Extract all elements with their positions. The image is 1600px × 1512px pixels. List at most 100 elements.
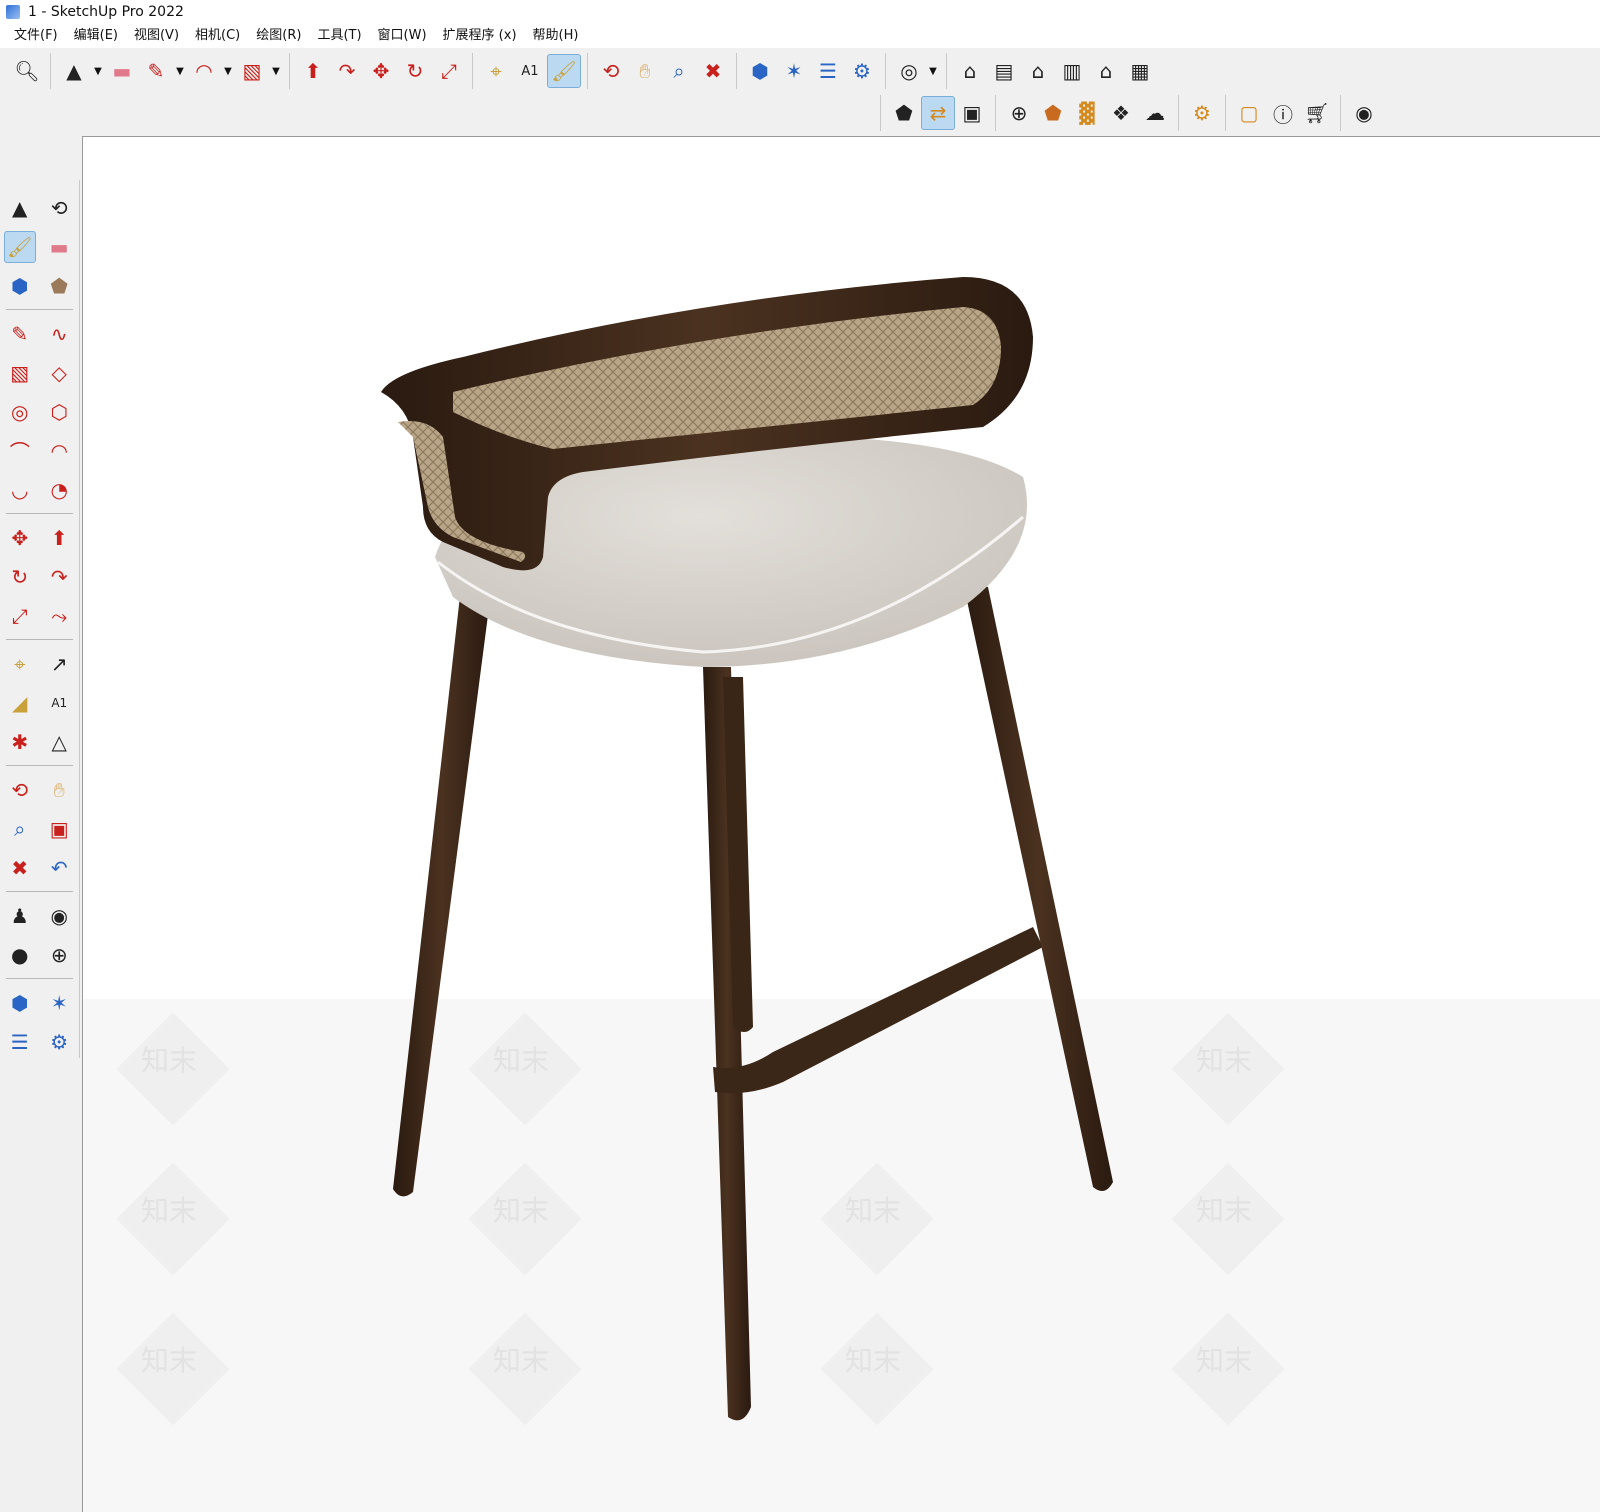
menu-extensions[interactable]: 扩展程序 (x) [435, 24, 525, 48]
follow-me-icon[interactable]: ↷ [330, 54, 364, 88]
menu-tools[interactable]: 工具(T) [309, 24, 369, 48]
eraser-icon[interactable]: ▬ [105, 54, 139, 88]
rectangle-dropdown-icon[interactable]: ▼ [269, 54, 283, 88]
look-around-icon[interactable]: ◉ [43, 900, 75, 932]
bar-stool-model[interactable] [83, 137, 1600, 1512]
styles-icon[interactable]: ▣ [955, 96, 989, 130]
layout-icon[interactable]: ☰ [4, 1026, 36, 1058]
back-view-icon[interactable]: ⌂ [1089, 54, 1123, 88]
add-location-icon[interactable]: ⬟ [887, 96, 921, 130]
circle-icon[interactable]: ◎ [4, 396, 36, 428]
search-icon[interactable]: 🔍︎ [10, 54, 44, 88]
select-icon[interactable]: ▲ [57, 54, 91, 88]
pan-icon[interactable]: ✋︎ [628, 54, 662, 88]
walk-icon[interactable]: ● [4, 939, 36, 971]
menu-draw[interactable]: 绘图(R) [248, 24, 309, 48]
extension-manager-icon[interactable]: ⚙ [43, 1026, 75, 1058]
two-point-arc-icon[interactable]: ◠ [43, 435, 75, 467]
previous-view-icon[interactable]: ↶ [43, 852, 75, 884]
orbit-icon[interactable]: ⟲ [594, 54, 628, 88]
layout-icon[interactable]: ☰ [811, 54, 845, 88]
orbit-icon[interactable]: ⟲ [43, 192, 75, 224]
three-point-arc-icon[interactable]: ◡ [4, 474, 36, 506]
zoom-extents-icon[interactable]: ✖ [696, 54, 730, 88]
select-icon[interactable]: ▲ [4, 192, 36, 224]
menu-view[interactable]: 视图(V) [126, 24, 187, 48]
info-icon[interactable]: ⓘ [1266, 96, 1300, 130]
rectangle-icon[interactable]: ▧ [4, 357, 36, 389]
position-camera-icon[interactable]: ♟︎ [4, 900, 36, 932]
menu-help[interactable]: 帮助(H) [525, 24, 587, 48]
cloud-icon[interactable]: ☁︎ [1138, 96, 1172, 130]
scale-icon[interactable]: ⤢ [4, 600, 36, 632]
freehand-icon[interactable]: ∿ [43, 318, 75, 350]
sync-icon[interactable]: ⇄ [921, 96, 955, 130]
tag-icon[interactable]: ⬟ [43, 270, 75, 302]
offset-icon[interactable]: ⤳ [43, 600, 75, 632]
protractor-icon[interactable]: ◢ [4, 687, 36, 719]
component-icon[interactable]: ⬢ [4, 270, 36, 302]
left-view-icon[interactable]: ▦ [1123, 54, 1157, 88]
paint-bucket-icon[interactable]: 🖌︎ [547, 54, 581, 88]
arc-icon[interactable]: ◠ [187, 54, 221, 88]
menu-camera[interactable]: 相机(C) [187, 24, 248, 48]
right-view-icon[interactable]: ▥ [1055, 54, 1089, 88]
section-icon[interactable]: ▓ [1070, 96, 1104, 130]
orbit-icon[interactable]: ⟲ [4, 774, 36, 806]
extension-warehouse-icon[interactable]: ✶ [777, 54, 811, 88]
3d-text-icon[interactable]: △ [43, 726, 75, 758]
move-icon[interactable]: ✥ [4, 522, 36, 554]
section-plane-icon[interactable]: ⊕ [43, 939, 75, 971]
push-pull-icon[interactable]: ⬆ [296, 54, 330, 88]
extension-manager-icon[interactable]: ⚙ [845, 54, 879, 88]
arc-dropdown-icon[interactable]: ▼ [221, 54, 235, 88]
user-icon[interactable]: ◉ [1347, 96, 1381, 130]
arc-icon[interactable]: ⌒ [4, 435, 36, 467]
dimension-icon[interactable]: ↗ [43, 648, 75, 680]
select-dropdown-icon[interactable]: ▼ [91, 54, 105, 88]
rotate-icon[interactable]: ↻ [398, 54, 432, 88]
text-icon[interactable]: A1 [513, 54, 547, 88]
pan-icon[interactable]: ✋︎ [43, 774, 75, 806]
rectangle-icon[interactable]: ▧ [235, 54, 269, 88]
tape-measure-icon[interactable]: ⌖ [479, 54, 513, 88]
zoom-window-icon[interactable]: ▣ [43, 813, 75, 845]
front-view-icon[interactable]: ⌂ [1021, 54, 1055, 88]
push-pull-icon[interactable]: ⬆ [43, 522, 75, 554]
top-view-icon[interactable]: ▤ [987, 54, 1021, 88]
rotated-rectangle-icon[interactable]: ◇ [43, 357, 75, 389]
checkerboard-icon[interactable]: ❖ [1104, 96, 1138, 130]
3d-warehouse-icon[interactable]: ⬢ [743, 54, 777, 88]
zoom-icon[interactable]: ⌕ [4, 813, 36, 845]
pencil-icon[interactable]: ✎ [139, 54, 173, 88]
paint-bucket-icon[interactable]: 🖌︎ [3, 230, 36, 263]
zoom-icon[interactable]: ⌕ [662, 54, 696, 88]
settings-icon[interactable]: ⚙ [1185, 96, 1219, 130]
text-icon[interactable]: A1 [43, 687, 75, 719]
eraser-icon[interactable]: ▬ [43, 231, 75, 263]
tape-measure-icon[interactable]: ⌖ [4, 648, 36, 680]
axes-icon[interactable]: ✱ [4, 726, 36, 758]
menu-file[interactable]: 文件(F) [6, 24, 66, 48]
pencil-dropdown-icon[interactable]: ▼ [173, 54, 187, 88]
account-dropdown-icon[interactable]: ▼ [926, 54, 940, 88]
polygon-icon[interactable]: ⬡ [43, 396, 75, 428]
pencil-icon[interactable]: ✎ [4, 318, 36, 350]
account-icon[interactable]: ◎ [892, 54, 926, 88]
add-icon[interactable]: ⊕ [1002, 96, 1036, 130]
model-viewport[interactable]: 知末 知末 知末 知末 知末 知末 知末 知末 知末 知末 知末 [82, 136, 1600, 1512]
pie-icon[interactable]: ◔ [43, 474, 75, 506]
rotate-icon[interactable]: ↻ [4, 561, 36, 593]
zoom-extents-icon[interactable]: ✖ [4, 852, 36, 884]
3d-warehouse-icon[interactable]: ⬢ [4, 987, 36, 1019]
extension-warehouse-icon[interactable]: ✶ [43, 987, 75, 1019]
move-icon[interactable]: ✥ [364, 54, 398, 88]
iso-view-icon[interactable]: ⌂ [953, 54, 987, 88]
scale-icon[interactable]: ⤢ [432, 54, 466, 88]
cart-icon[interactable]: 🛒︎ [1300, 96, 1334, 130]
chat-icon[interactable]: ▢ [1232, 96, 1266, 130]
follow-me-icon[interactable]: ↷ [43, 561, 75, 593]
menu-edit[interactable]: 编辑(E) [66, 24, 126, 48]
sandbox-icon[interactable]: ⬟ [1036, 96, 1070, 130]
menu-window[interactable]: 窗口(W) [370, 24, 435, 48]
